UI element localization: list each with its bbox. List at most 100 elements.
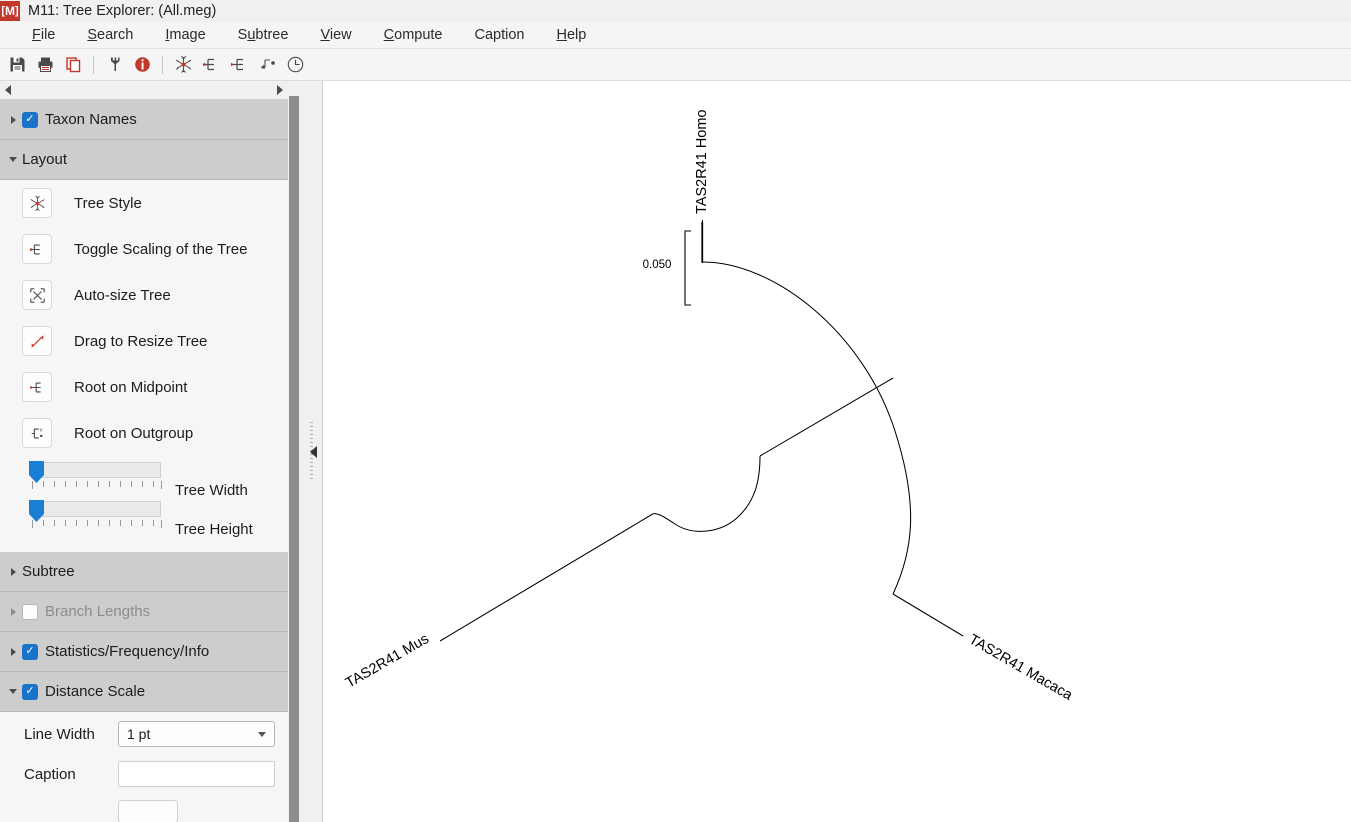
sidebar-section-distance-scale[interactable]: ✓ Distance Scale — [0, 672, 288, 712]
mega-logo-icon: [M] — [0, 1, 20, 21]
slider-track[interactable] — [31, 462, 161, 478]
sidebar-horizontal-scrollbar[interactable] — [0, 81, 288, 100]
phylogenetic-tree-svg: 0.050 TAS2R41 Homo TAS2R41 Macaca TAS2R4… — [343, 110, 1076, 705]
tree-height-slider-row: Tree Height — [25, 500, 288, 538]
layout-item-label: Tree Style — [74, 194, 142, 212]
sidebar-section-statistics-frequency-info[interactable]: ✓ Statistics/Frequency/Info — [0, 632, 288, 672]
sidebar-section-label: Statistics/Frequency/Info — [45, 643, 210, 660]
distance-scale-bar: 0.050 — [643, 230, 691, 306]
sidebar-vertical-scrollbar[interactable] — [288, 96, 300, 822]
info-icon[interactable] — [129, 52, 155, 78]
collapse-left-arrow-icon[interactable] — [310, 445, 317, 458]
layout-item-auto-size-tree[interactable]: Auto-size Tree — [0, 272, 288, 318]
tree-explorer-window: [M] M11: Tree Explorer: (All.meg) File S… — [0, 0, 1351, 822]
scrollbar-thumb[interactable] — [289, 96, 299, 822]
tree-style-icon[interactable] — [170, 52, 196, 78]
distance-scale-extra-button[interactable] — [118, 800, 178, 822]
menu-subtree[interactable]: Subtree — [222, 27, 305, 43]
caption-label: Caption — [24, 765, 76, 783]
line-width-label: Line Width — [24, 725, 95, 743]
copy-icon[interactable] — [60, 52, 86, 78]
taxon-labels: TAS2R41 Homo TAS2R41 Macaca TAS2R41 Mus — [343, 110, 1076, 705]
sidebar-panel: ✓ Taxon Names Layout Tree Style Toggle S… — [0, 100, 288, 822]
branch-lengths-checkbox[interactable] — [22, 603, 38, 620]
layout-item-label: Toggle Scaling of the Tree — [74, 240, 248, 258]
sidebar-section-layout[interactable]: Layout — [0, 140, 288, 180]
slider-track[interactable] — [31, 501, 161, 517]
menu-view[interactable]: View — [304, 27, 367, 43]
flip-subtree-icon[interactable] — [254, 52, 280, 78]
menu-search[interactable]: Search — [71, 27, 149, 43]
sidebar-section-branch-lengths[interactable]: Branch Lengths — [0, 592, 288, 632]
chevron-right-icon — [4, 567, 22, 576]
timetree-clock-icon[interactable] — [282, 52, 308, 78]
layout-item-label: Root on Midpoint — [74, 378, 188, 396]
root-on-midpoint-icon — [22, 372, 52, 402]
tree-size-sliders: Tree Width Tree Height — [0, 456, 288, 538]
print-icon[interactable] — [32, 52, 58, 78]
menu-help[interactable]: Help — [540, 27, 602, 43]
right-arrow-icon[interactable] — [272, 82, 288, 99]
drag-resize-tree-icon — [22, 326, 52, 356]
tree-width-slider[interactable] — [25, 461, 162, 491]
sidebar-section-subtree[interactable]: Subtree — [0, 552, 288, 592]
menu-image[interactable]: Image — [149, 27, 221, 43]
sidebar-section-label: Taxon Names — [45, 111, 137, 128]
chevron-right-icon — [4, 647, 22, 656]
menu-caption[interactable]: Caption — [459, 27, 541, 43]
menu-file[interactable]: File — [16, 27, 71, 43]
panel-splitter[interactable] — [302, 81, 322, 822]
title-bar: [M] M11: Tree Explorer: (All.meg) — [0, 0, 1351, 22]
distance-scale-body: Line Width 1 pt Caption — [0, 714, 288, 822]
layout-item-label: Auto-size Tree — [74, 286, 171, 304]
sidebar-section-taxon-names[interactable]: ✓ Taxon Names — [0, 100, 288, 140]
statistics-checkbox[interactable]: ✓ — [22, 643, 38, 660]
sidebar-section-label: Distance Scale — [45, 683, 146, 700]
chevron-right-icon — [4, 115, 22, 124]
auto-size-tree-icon — [22, 280, 52, 310]
taxon-label-homo: TAS2R41 Homo — [694, 110, 710, 215]
tree-height-slider[interactable] — [25, 500, 162, 530]
separator-1 — [93, 55, 94, 74]
save-icon[interactable] — [4, 52, 30, 78]
root-midpoint-icon[interactable] — [226, 52, 252, 78]
layout-item-toggle-scaling[interactable]: Toggle Scaling of the Tree — [0, 226, 288, 272]
sidebar-section-label: Subtree — [22, 563, 75, 580]
toggle-scaling-icon[interactable] — [198, 52, 224, 78]
branch-macaca — [892, 593, 964, 637]
caption-input[interactable] — [118, 761, 275, 787]
taxon-names-checkbox[interactable]: ✓ — [22, 111, 38, 128]
layout-item-tree-style[interactable]: Tree Style — [0, 180, 288, 226]
left-arrow-icon[interactable] — [0, 82, 16, 99]
branch-mus — [439, 514, 652, 642]
layout-item-drag-to-resize-tree[interactable]: Drag to Resize Tree — [0, 318, 288, 364]
tool-bar — [0, 49, 1351, 81]
line-width-select[interactable]: 1 pt — [118, 721, 275, 747]
sidebar-section-label: Branch Lengths — [45, 603, 151, 620]
chevron-right-icon — [4, 607, 22, 616]
slider-ticks — [32, 520, 162, 530]
chevron-down-icon — [258, 731, 266, 737]
menu-compute[interactable]: Compute — [368, 27, 459, 43]
options-wrench-icon[interactable] — [101, 52, 127, 78]
toggle-scaling-icon — [22, 234, 52, 264]
layout-item-root-on-midpoint[interactable]: Root on Midpoint — [0, 364, 288, 410]
distance-scale-checkbox[interactable]: ✓ — [22, 683, 38, 700]
taxon-label-macaca: TAS2R41 Macaca — [966, 632, 1076, 705]
slider-ticks — [32, 481, 162, 491]
branch-internal — [759, 377, 894, 457]
tree-branches — [439, 220, 964, 642]
chevron-down-icon — [4, 157, 22, 162]
tree-width-label: Tree Width — [175, 482, 248, 499]
caption-row: Caption — [0, 754, 288, 794]
distance-scale-label: 0.050 — [643, 259, 672, 271]
menu-bar: File Search Image Subtree View Compute C… — [0, 22, 1351, 49]
tree-canvas[interactable]: 0.050 TAS2R41 Homo TAS2R41 Macaca TAS2R4… — [322, 81, 1351, 822]
layout-item-root-on-outgroup[interactable]: x Root on Outgroup — [0, 410, 288, 456]
layout-item-label: Root on Outgroup — [74, 424, 194, 442]
root-on-outgroup-icon: x — [22, 418, 52, 448]
window-title: M11: Tree Explorer: (All.meg) — [28, 3, 217, 19]
line-width-row: Line Width 1 pt — [0, 714, 288, 754]
separator-2 — [162, 55, 163, 74]
layout-section-body: Tree Style Toggle Scaling of the Tree Au… — [0, 180, 288, 538]
